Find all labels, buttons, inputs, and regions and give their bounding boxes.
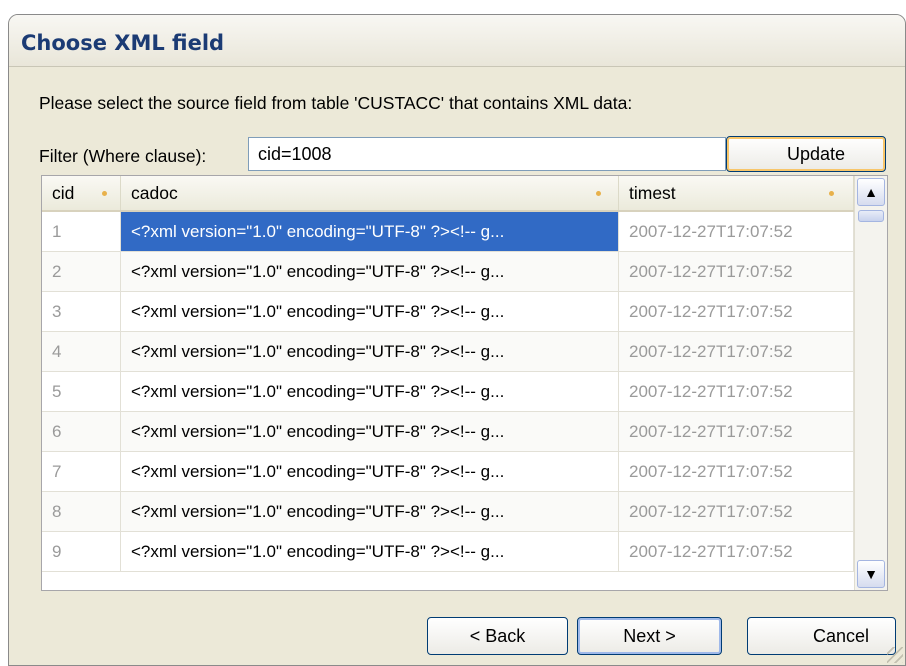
- choose-xml-field-dialog: Choose XML field Please select the sourc…: [8, 14, 906, 666]
- column-header-label: cid: [52, 183, 75, 203]
- resize-grip-icon[interactable]: [887, 647, 903, 663]
- update-button[interactable]: Update: [726, 136, 886, 172]
- cell-timest[interactable]: 2007-12-27T17:07:52: [619, 212, 854, 251]
- cell-timest[interactable]: 2007-12-27T17:07:52: [619, 532, 854, 571]
- table-row[interactable]: 7 <?xml version="1.0" encoding="UTF-8" ?>…: [42, 452, 854, 492]
- cell-cid[interactable]: 5: [42, 372, 121, 411]
- table-row[interactable]: 3 <?xml version="1.0" encoding="UTF-8" ?>…: [42, 292, 854, 332]
- table-row[interactable]: 6 <?xml version="1.0" encoding="UTF-8" ?>…: [42, 412, 854, 452]
- column-header-label: cadoc: [131, 183, 178, 203]
- cell-timest[interactable]: 2007-12-27T17:07:52: [619, 412, 854, 451]
- table-row[interactable]: 9 <?xml version="1.0" encoding="UTF-8" ?>…: [42, 532, 854, 572]
- filter-label: Filter (Where clause):: [39, 146, 207, 166]
- cancel-button[interactable]: Cancel: [747, 617, 896, 655]
- cell-timest[interactable]: 2007-12-27T17:07:52: [619, 452, 854, 491]
- cell-cadoc[interactable]: <?xml version="1.0" encoding="UTF-8" ?><…: [121, 332, 619, 371]
- back-button[interactable]: < Back: [427, 617, 568, 655]
- cell-timest[interactable]: 2007-12-27T17:07:52: [619, 492, 854, 531]
- cell-timest[interactable]: 2007-12-27T17:07:52: [619, 372, 854, 411]
- scroll-up-arrow-icon[interactable]: ▲: [857, 178, 885, 206]
- cell-cid[interactable]: 2: [42, 252, 121, 291]
- scrollbar-thumb[interactable]: [858, 210, 884, 222]
- scroll-down-arrow-icon[interactable]: ▼: [857, 560, 885, 588]
- instruction-text: Please select the source field from tabl…: [39, 93, 633, 113]
- column-header-label: timest: [629, 183, 676, 203]
- cell-cid[interactable]: 7: [42, 452, 121, 491]
- cell-cadoc[interactable]: <?xml version="1.0" encoding="UTF-8" ?><…: [121, 412, 619, 451]
- cell-timest[interactable]: 2007-12-27T17:07:52: [619, 252, 854, 291]
- table-row[interactable]: 8 <?xml version="1.0" encoding="UTF-8" ?>…: [42, 492, 854, 532]
- xml-field-grid: cid cadoc timest 1 <?xml version="1.0" en…: [41, 175, 888, 591]
- cell-cadoc[interactable]: <?xml version="1.0" encoding="UTF-8" ?><…: [121, 252, 619, 291]
- sort-indicator-icon: [596, 191, 601, 196]
- cell-timest[interactable]: 2007-12-27T17:07:52: [619, 332, 854, 371]
- next-button[interactable]: Next >: [577, 617, 722, 655]
- cell-cadoc[interactable]: <?xml version="1.0" encoding="UTF-8" ?><…: [121, 292, 619, 331]
- cell-timest[interactable]: 2007-12-27T17:07:52: [619, 292, 854, 331]
- cell-cid[interactable]: 9: [42, 532, 121, 571]
- vertical-scrollbar[interactable]: ▲ ▼: [854, 176, 887, 590]
- column-header-timest[interactable]: timest: [619, 176, 854, 210]
- table-row[interactable]: 2 <?xml version="1.0" encoding="UTF-8" ?>…: [42, 252, 854, 292]
- sort-indicator-icon: [829, 191, 834, 196]
- table-row[interactable]: 1 <?xml version="1.0" encoding="UTF-8" ?>…: [42, 212, 854, 252]
- grid-body: 1 <?xml version="1.0" encoding="UTF-8" ?>…: [42, 212, 854, 590]
- cell-cadoc[interactable]: <?xml version="1.0" encoding="UTF-8" ?><…: [121, 532, 619, 571]
- column-header-cadoc[interactable]: cadoc: [121, 176, 619, 210]
- sort-indicator-icon: [102, 191, 107, 196]
- cell-cid[interactable]: 4: [42, 332, 121, 371]
- cell-cid[interactable]: 8: [42, 492, 121, 531]
- table-row[interactable]: 4 <?xml version="1.0" encoding="UTF-8" ?>…: [42, 332, 854, 372]
- cell-cid[interactable]: 3: [42, 292, 121, 331]
- table-row[interactable]: 5 <?xml version="1.0" encoding="UTF-8" ?>…: [42, 372, 854, 412]
- cell-cadoc[interactable]: <?xml version="1.0" encoding="UTF-8" ?><…: [121, 452, 619, 491]
- cell-cid[interactable]: 6: [42, 412, 121, 451]
- filter-where-clause-input[interactable]: [248, 137, 726, 171]
- cell-cid[interactable]: 1: [42, 212, 121, 251]
- column-header-cid[interactable]: cid: [42, 176, 121, 210]
- cell-cadoc[interactable]: <?xml version="1.0" encoding="UTF-8" ?><…: [121, 212, 619, 251]
- grid-header: cid cadoc timest: [42, 176, 854, 212]
- dialog-title: Choose XML field: [21, 31, 225, 55]
- cell-cadoc[interactable]: <?xml version="1.0" encoding="UTF-8" ?><…: [121, 372, 619, 411]
- cell-cadoc[interactable]: <?xml version="1.0" encoding="UTF-8" ?><…: [121, 492, 619, 531]
